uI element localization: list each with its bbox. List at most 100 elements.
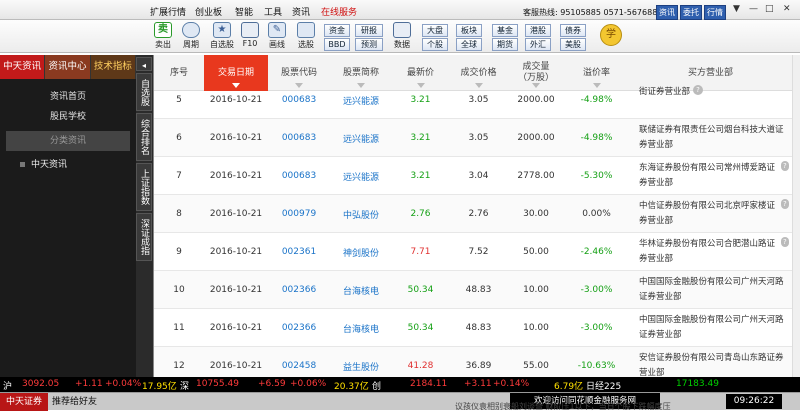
news-mode-button[interactable]: 资讯: [656, 5, 678, 20]
cell-stock-name[interactable]: 远兴能源: [330, 157, 392, 195]
broker-brand[interactable]: 中天证券: [0, 393, 48, 411]
learn-icon[interactable]: 学: [600, 24, 622, 46]
cell-stock-code-text: 000979: [281, 209, 317, 219]
cy-index-percent: +0.14%: [493, 379, 530, 389]
cell-stock-name-text: 台海核电: [342, 286, 379, 297]
menu-tools[interactable]: 工具: [264, 5, 282, 18]
sector-button[interactable]: 板块: [456, 24, 482, 37]
minimize-icon[interactable]: —: [749, 4, 758, 14]
tab-news-center[interactable]: 资讯中心: [45, 55, 91, 79]
us-stock-button[interactable]: 美股: [560, 38, 586, 51]
cell-latest-price-text: 50.34: [407, 285, 434, 295]
sidebar-item-category-news[interactable]: 分类资讯: [6, 131, 130, 151]
cell-stock-name[interactable]: 台海核电: [330, 271, 392, 309]
cell-stock-code[interactable]: 002458: [268, 347, 330, 377]
cell-deal-price: 2.76: [449, 195, 508, 233]
recommend-friend-link[interactable]: 推荐给好友: [52, 393, 97, 411]
menu-gem[interactable]: 创业板: [195, 5, 222, 18]
cell-stock-code[interactable]: 000979: [268, 195, 330, 233]
watchlist-button[interactable]: ★ 自选股: [207, 22, 237, 50]
cell-stock-code[interactable]: 000683: [268, 119, 330, 157]
table-row[interactable]: 7 2016-10-21 000683 远兴能源 3.21 3.04 2778.00 -5.3…: [154, 157, 800, 195]
sidebar-item-news-home[interactable]: 资讯首页: [0, 87, 136, 107]
cell-stock-name[interactable]: 中弘股份: [330, 195, 392, 233]
table-row[interactable]: 12 2016-10-21 002458 益生股份 41.28 36.89 55.00 -10…: [154, 347, 800, 377]
vertical-scrollbar[interactable]: [792, 55, 800, 377]
cell-stock-code-text: 002361: [281, 247, 317, 257]
help-icon[interactable]: ?: [780, 237, 789, 247]
cell-stock-name[interactable]: 远兴能源: [330, 119, 392, 157]
tab-technical-indicators[interactable]: 技术指标: [90, 55, 136, 79]
menu-news[interactable]: 资讯: [292, 5, 310, 18]
cell-stock-code[interactable]: 002366: [268, 271, 330, 309]
cell-stock-code[interactable]: 000683: [268, 81, 330, 119]
cell-stock-name[interactable]: 远兴能源: [330, 81, 392, 119]
trade-mode-button[interactable]: 委托: [680, 5, 702, 20]
table-row[interactable]: 10 2016-10-21 002366 台海核电 50.34 48.83 10.00 -3.…: [154, 271, 800, 309]
sz-index-label[interactable]: 深: [180, 379, 189, 392]
cell-stock-code[interactable]: 000683: [268, 157, 330, 195]
help-icon[interactable]: ?: [780, 161, 789, 171]
table-row[interactable]: 11 2016-10-21 002366 台海核电 50.34 48.83 10.00 -3.…: [154, 309, 800, 347]
close-icon[interactable]: ✕: [783, 4, 791, 14]
futures-button[interactable]: 期货: [492, 38, 518, 51]
cell-index-text: 11: [173, 323, 185, 333]
market-button[interactable]: 大盘: [422, 24, 448, 37]
cell-deal-price-text: 2.76: [468, 209, 489, 219]
hk-stock-button[interactable]: 港股: [525, 24, 551, 37]
forex-button[interactable]: 外汇: [525, 38, 551, 51]
sell-button[interactable]: 卖 卖出: [148, 22, 178, 50]
menu-online-service[interactable]: 在线服务: [321, 5, 357, 18]
capital-button[interactable]: 资金: [324, 24, 350, 37]
nikkei-label[interactable]: 日经225: [586, 379, 621, 392]
table-row[interactable]: 6 2016-10-21 000683 远兴能源 3.21 3.05 2000.00 -4.9…: [154, 119, 800, 157]
tab-zhongtian-news[interactable]: 中天资讯: [0, 55, 46, 79]
stock-picker-button[interactable]: 选股: [291, 22, 321, 50]
bbd-button[interactable]: BBD: [324, 38, 350, 51]
dropdown-icon[interactable]: ▼: [733, 4, 740, 14]
research-button[interactable]: 研报: [355, 24, 383, 37]
help-icon[interactable]: ?: [693, 85, 704, 95]
fund-button[interactable]: 基金: [492, 24, 518, 37]
tree-item-zhongtian-news[interactable]: 中天资讯: [31, 160, 67, 170]
cell-deal-price: 3.05: [449, 81, 508, 119]
stock-button[interactable]: 个股: [422, 38, 448, 51]
cell-volume-text: 30.00: [523, 209, 549, 219]
cell-index: 12: [154, 347, 204, 377]
cell-stock-name[interactable]: 神剑股份: [330, 233, 392, 271]
sh-index-label[interactable]: 沪: [3, 379, 12, 392]
global-button[interactable]: 全球: [456, 38, 482, 51]
cell-latest-price-text: 3.21: [410, 95, 431, 105]
table-row[interactable]: 9 2016-10-21 002361 神剑股份 7.71 7.52 50.00 -2.46%…: [154, 233, 800, 271]
data-button[interactable]: 数据: [387, 22, 417, 50]
vtab-sz-index[interactable]: 深证成指: [136, 213, 152, 261]
menu-extended-quotes[interactable]: 扩展行情: [150, 5, 186, 18]
collapse-arrow-icon[interactable]: ◂: [136, 57, 152, 71]
vtab-ranking[interactable]: 综合排名: [136, 113, 152, 161]
cell-buyer-branch-text: 中国国际金融股份有限公司广州天河路证券营业部: [639, 315, 784, 340]
forecast-button[interactable]: 预测: [355, 38, 383, 51]
table-row[interactable]: 5 2016-10-21 000683 远兴能源 3.21 3.05 2000.00 -4.9…: [154, 81, 800, 119]
menu-smart[interactable]: 智能: [235, 5, 253, 18]
draw-line-button[interactable]: ✎ 画线: [262, 22, 292, 50]
vtab-watchlist[interactable]: 自选股: [136, 73, 152, 111]
cell-stock-code[interactable]: 002366: [268, 309, 330, 347]
cell-stock-code[interactable]: 002361: [268, 233, 330, 271]
help-icon[interactable]: ?: [780, 199, 789, 209]
cell-premium-text: -5.30%: [580, 171, 613, 181]
vtab-sh-index[interactable]: 上证指数: [136, 163, 152, 211]
period-button[interactable]: 周期: [176, 22, 206, 50]
quote-mode-button[interactable]: 行情: [704, 5, 726, 20]
cell-premium-text: -4.98%: [580, 95, 613, 105]
cell-stock-name[interactable]: 台海核电: [330, 309, 392, 347]
table-row[interactable]: 8 2016-10-21 000979 中弘股份 2.76 2.76 30.00 0.00% 中…: [154, 195, 800, 233]
maximize-icon[interactable]: □: [765, 4, 774, 14]
cell-index-text: 7: [176, 171, 182, 181]
cell-stock-name-text: 中弘股份: [342, 210, 379, 221]
bond-button[interactable]: 债券: [560, 24, 586, 37]
cy-index-label[interactable]: 创: [372, 379, 381, 392]
cell-stock-name[interactable]: 益生股份: [330, 347, 392, 377]
sidebar-item-investor-school[interactable]: 股民学校: [0, 107, 136, 127]
cell-volume-text: 2000.00: [517, 95, 555, 105]
f10-button[interactable]: F10: [235, 22, 265, 48]
